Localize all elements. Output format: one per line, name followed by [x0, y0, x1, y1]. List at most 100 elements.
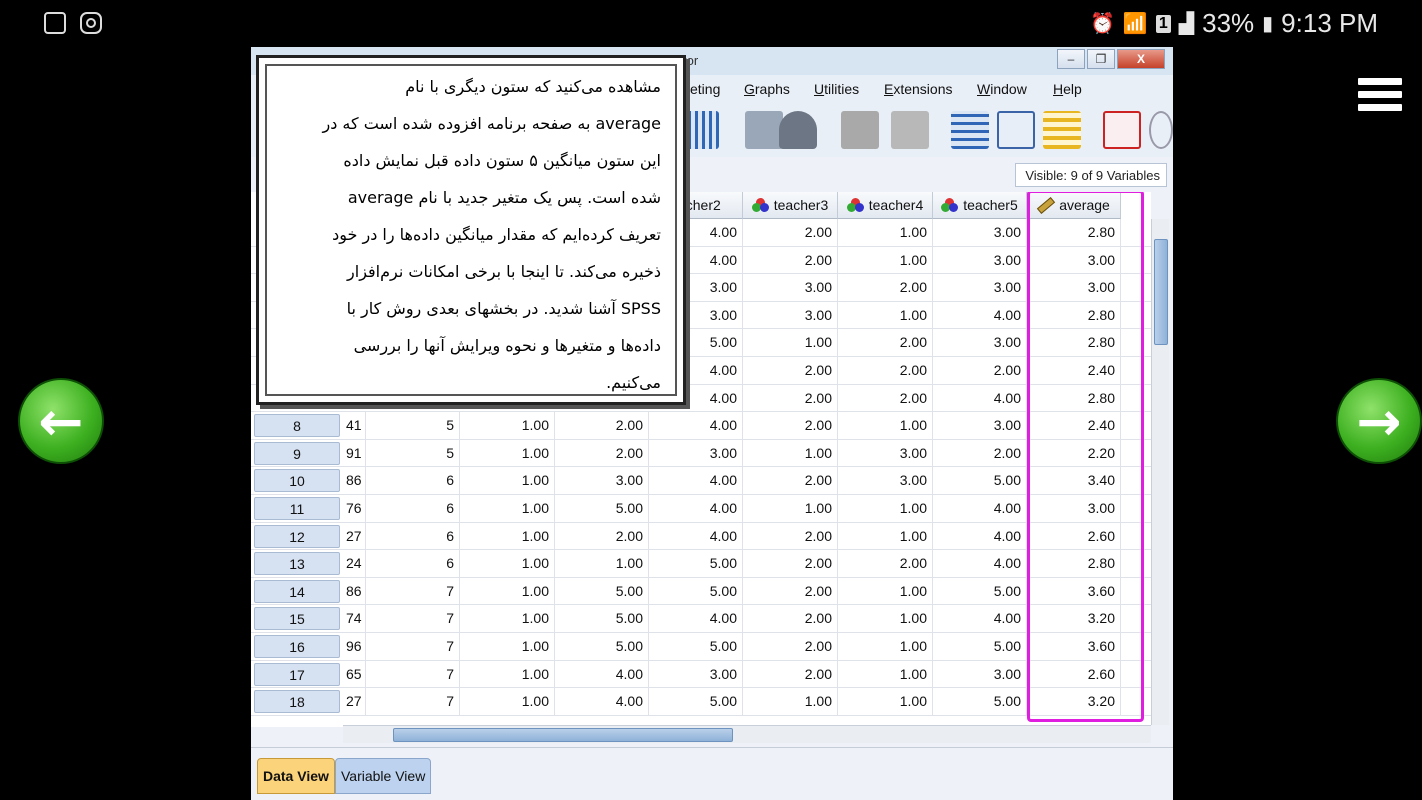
data-cell[interactable]: 7 [366, 633, 460, 660]
data-cell[interactable]: 96 [343, 633, 366, 660]
data-cell[interactable]: 1.00 [838, 412, 933, 439]
data-cell[interactable]: 1.00 [555, 550, 649, 577]
data-cell[interactable]: 1.00 [743, 439, 838, 467]
data-cell[interactable]: 1.00 [743, 495, 838, 522]
data-cell[interactable]: 5.00 [933, 688, 1027, 715]
column-header[interactable]: teacher4 [838, 192, 933, 219]
data-cell[interactable]: 2.00 [933, 357, 1027, 384]
data-cell[interactable]: 4.00 [649, 605, 743, 632]
data-cell[interactable]: 3.00 [933, 274, 1027, 301]
data-cell[interactable]: 3.00 [933, 660, 1027, 688]
data-cell[interactable]: 4.00 [933, 550, 1027, 577]
row-number[interactable]: 11 [254, 497, 340, 520]
row-number[interactable]: 8 [254, 414, 340, 438]
row-number[interactable]: 18 [254, 690, 340, 714]
row-number[interactable]: 10 [254, 469, 340, 493]
data-cell[interactable]: 3.00 [933, 412, 1027, 439]
data-cell[interactable]: 2.00 [838, 384, 933, 412]
menu-marketing[interactable]: keting [683, 81, 720, 97]
data-cell[interactable]: 1.00 [838, 522, 933, 550]
data-cell[interactable]: 4.00 [933, 495, 1027, 522]
data-cell[interactable]: 3.00 [933, 246, 1027, 274]
row-number[interactable]: 9 [254, 441, 340, 465]
data-cell[interactable]: 4.00 [933, 605, 1027, 632]
data-cell[interactable]: 3.00 [838, 467, 933, 494]
data-cell[interactable]: 74 [343, 605, 366, 632]
weight-cases-icon[interactable] [997, 111, 1035, 149]
data-cell[interactable]: 1.00 [838, 688, 933, 715]
tab-variable-view[interactable]: Variable View [335, 758, 432, 794]
data-cell[interactable]: 6 [366, 467, 460, 494]
data-cell[interactable]: 2.00 [838, 274, 933, 301]
menu-extensions[interactable]: Extensions [884, 81, 953, 97]
data-cell[interactable]: 2.00 [743, 357, 838, 384]
hamburger-menu-icon[interactable] [1358, 78, 1402, 114]
data-cell[interactable]: 3.00 [649, 439, 743, 467]
data-cell[interactable]: 5.00 [649, 577, 743, 605]
data-cell[interactable]: 4.00 [649, 467, 743, 494]
data-cell[interactable]: 5.00 [649, 633, 743, 660]
data-cell[interactable]: 6 [366, 522, 460, 550]
data-cell[interactable]: 1.00 [838, 577, 933, 605]
data-cell[interactable]: 3.00 [933, 219, 1027, 246]
data-cell[interactable]: 1.00 [460, 688, 555, 715]
data-cell[interactable]: 7 [366, 688, 460, 715]
menu-window[interactable]: Window [977, 81, 1027, 97]
data-cell[interactable]: 4.00 [649, 495, 743, 522]
horizontal-scroll-thumb[interactable] [393, 728, 733, 742]
data-cell[interactable]: 1.00 [460, 522, 555, 550]
vertical-scroll-thumb[interactable] [1154, 239, 1168, 345]
maximize-button[interactable]: ❐ [1087, 49, 1115, 69]
row-number[interactable]: 17 [254, 662, 340, 686]
data-cell[interactable]: 2.00 [933, 439, 1027, 467]
data-cell[interactable]: 5.00 [555, 577, 649, 605]
data-cell[interactable]: 2.00 [743, 522, 838, 550]
data-cell[interactable]: 3.00 [649, 660, 743, 688]
goto-variable-icon[interactable] [891, 111, 929, 149]
data-cell[interactable]: 3.00 [933, 329, 1027, 356]
data-cell[interactable]: 65 [343, 660, 366, 688]
column-header[interactable]: teacher5 [933, 192, 1027, 219]
data-cell[interactable]: 24 [343, 550, 366, 577]
data-cell[interactable]: 5.00 [555, 495, 649, 522]
data-cell[interactable]: 1.00 [460, 467, 555, 494]
data-cell[interactable]: 2.00 [743, 633, 838, 660]
data-cell[interactable]: 4.00 [555, 660, 649, 688]
data-cell[interactable]: 1.00 [460, 660, 555, 688]
data-cell[interactable]: 2.00 [743, 384, 838, 412]
vertical-scrollbar[interactable] [1151, 219, 1169, 725]
menu-help[interactable]: Help [1053, 81, 1082, 97]
data-cell[interactable]: 5.00 [555, 633, 649, 660]
data-cell[interactable]: 2.00 [743, 577, 838, 605]
data-cell[interactable]: 1.00 [460, 550, 555, 577]
column-header[interactable]: teacher3 [743, 192, 838, 219]
horizontal-scrollbar[interactable] [343, 725, 1151, 743]
data-cell[interactable]: 2.00 [743, 660, 838, 688]
row-number[interactable]: 16 [254, 635, 340, 658]
data-cell[interactable]: 2.00 [838, 329, 933, 356]
value-labels-icon[interactable] [1103, 111, 1141, 149]
menu-graphs[interactable]: Graphs [744, 81, 790, 97]
data-cell[interactable]: 3.00 [743, 274, 838, 301]
menu-utilities[interactable]: Utilities [814, 81, 859, 97]
data-cell[interactable]: 2.00 [555, 522, 649, 550]
data-cell[interactable]: 5.00 [555, 605, 649, 632]
data-cell[interactable]: 1.00 [743, 688, 838, 715]
data-cell[interactable]: 1.00 [460, 495, 555, 522]
data-cell[interactable]: 5.00 [649, 688, 743, 715]
data-cell[interactable]: 1.00 [460, 633, 555, 660]
data-cell[interactable]: 27 [343, 522, 366, 550]
data-cell[interactable]: 5.00 [933, 633, 1027, 660]
use-sets-icon[interactable] [1149, 111, 1173, 149]
data-cell[interactable]: 2.00 [838, 357, 933, 384]
select-cases-icon[interactable] [1043, 111, 1081, 149]
data-cell[interactable]: 5.00 [933, 467, 1027, 494]
chart-builder-icon[interactable] [745, 111, 783, 149]
tab-data-view[interactable]: Data View [257, 758, 335, 794]
data-cell[interactable]: 1.00 [460, 412, 555, 439]
data-cell[interactable]: 2.00 [838, 550, 933, 577]
data-cell[interactable]: 2.00 [555, 412, 649, 439]
data-cell[interactable]: 41 [343, 412, 366, 439]
data-cell[interactable]: 1.00 [838, 246, 933, 274]
data-cell[interactable]: 5 [366, 412, 460, 439]
